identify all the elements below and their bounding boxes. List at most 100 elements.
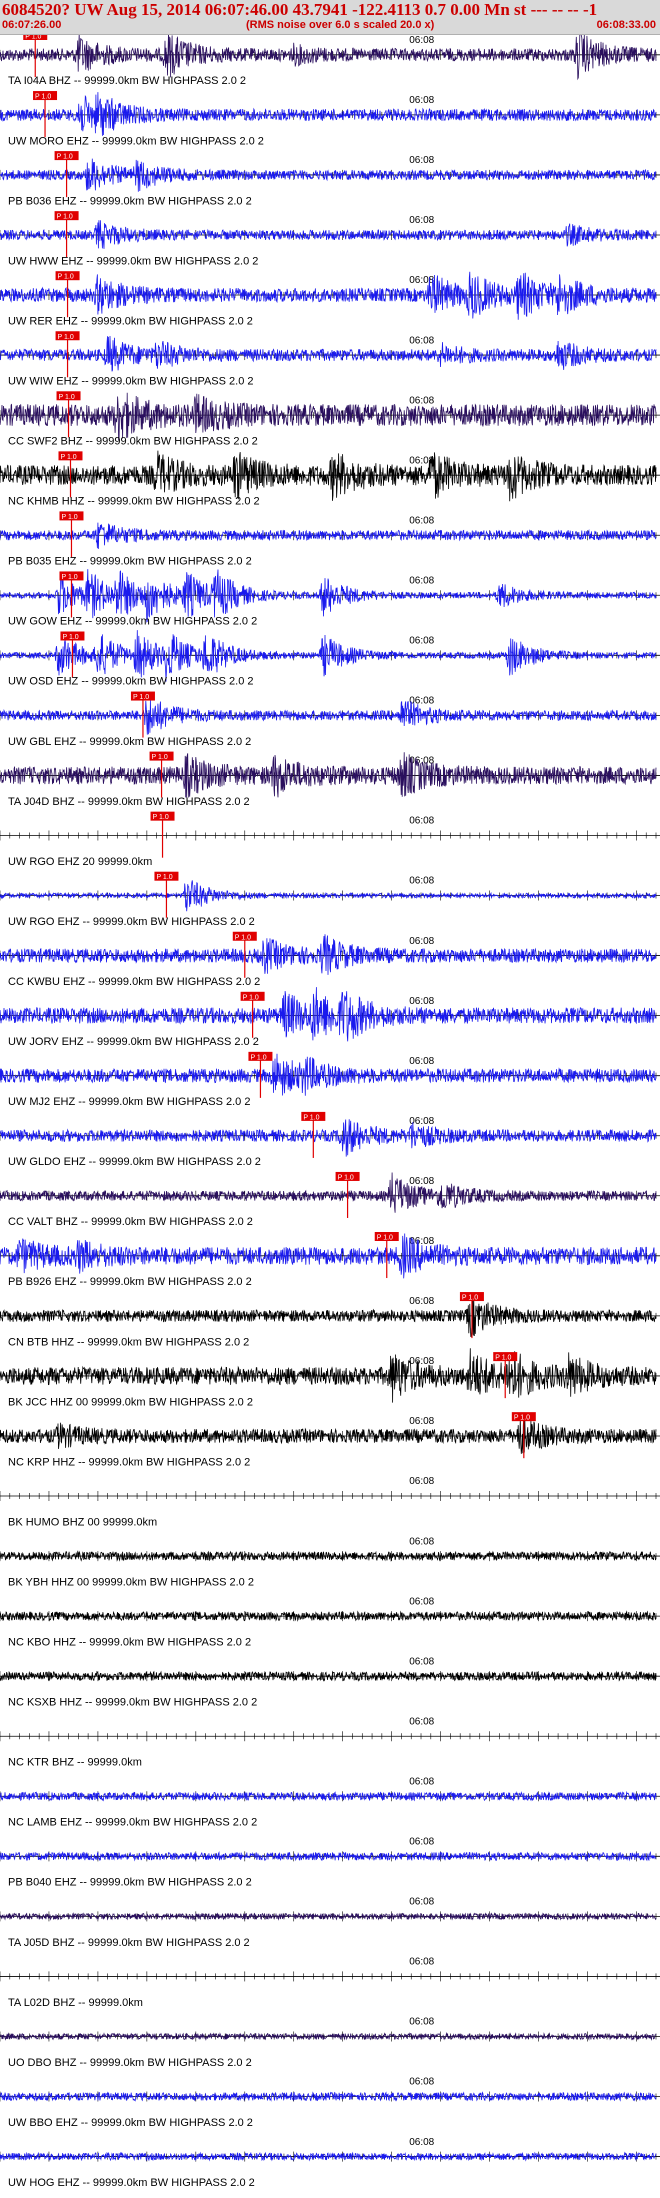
waveform: [0, 1295, 657, 1337]
trace-row: 06:08 P 1.0 UW WIW EHZ -- 99999.0km BW HIG…: [0, 331, 660, 387]
minute-label: 06:08: [409, 1176, 434, 1187]
minute-label: 06:08: [409, 1536, 434, 1547]
minute-label: 06:08: [409, 816, 434, 827]
pick-label: P 1.0: [303, 1114, 319, 1121]
waveform: [0, 630, 657, 682]
trace-row: 06:08 P 1.0 UW MJ2 EHZ -- 99999.0km BW HIG…: [0, 1051, 660, 1108]
trace-label: TA L02D BHZ -- 99999.0km: [8, 1997, 143, 2009]
trace-row: 06:08 P 1.0 UW RER EHZ -- 99999.0km BW HIG…: [0, 271, 660, 327]
pick-label: P 1.0: [495, 1355, 511, 1362]
minute-label: 06:08: [409, 1957, 434, 1968]
minute-label: 06:08: [409, 2017, 434, 2028]
trace-label: TA I04A BHZ -- 99999.0km BW HIGHPASS 2.0…: [8, 75, 246, 87]
start-time: 06:07:26.00: [2, 19, 62, 31]
minute-label: 06:08: [409, 1296, 434, 1307]
minute-label: 06:08: [409, 2137, 434, 2148]
waveform: [0, 450, 657, 502]
trace-row: 06:08 P 1.0 UW RGO EHZ -- 99999.0km BW HIG…: [0, 871, 660, 928]
minute-label: 06:08: [409, 515, 434, 526]
trace-label: NC KBO HHZ -- 99999.0km BW HIGHPASS 2.0 …: [8, 1637, 251, 1649]
trace-label: BK HUMO BHZ 00 99999.0km: [8, 1516, 157, 1528]
trace-row: 06:08 P 1.0 CC KWBU EHZ -- 99999.0km BW HI…: [0, 931, 660, 988]
trace-label: CC SWF2 BHZ -- 99999.0km BW HIGHPASS 2.0…: [8, 436, 258, 448]
waveform: [0, 271, 657, 320]
minute-label: 06:08: [409, 1356, 434, 1367]
trace-label: CN BTB HHZ -- 99999.0km BW HIGHPASS 2.0 …: [8, 1336, 249, 1348]
pick-label: P 1.0: [61, 514, 77, 521]
waveform: [0, 987, 657, 1042]
trace-label: UO DBO BHZ -- 99999.0km BW HIGHPASS 2.0 …: [8, 2057, 252, 2069]
pick-label: P 1.0: [57, 154, 73, 161]
trace-row: 06:08 P 1.0 CC SWF2 BHZ -- 99999.0km BW HI…: [0, 391, 660, 448]
waveform: [0, 1550, 657, 1562]
minute-label: 06:08: [409, 1716, 434, 1727]
pick-label: P 1.0: [61, 574, 77, 581]
trace-row: 06:08 P 1.0 CC VALT BHZ -- 99999.0km BW HI…: [0, 1171, 660, 1228]
waveform: [0, 1417, 657, 1454]
trace-row: 06:08 P 1.0 UW RGO EHZ 20 99999.0km: [0, 811, 660, 868]
trace-row: 06:08P 1.0NC KHMB HHZ -- 99999.0km BW HI…: [0, 450, 660, 508]
trace-row: 06:08 BK HUMO BHZ 00 99999.0km: [0, 1476, 660, 1528]
trace-label: UW HWW EHZ -- 99999.0km BW HIGHPASS 2.0 …: [8, 255, 258, 267]
pick-label: P 1.0: [377, 1235, 393, 1242]
pick-label: P 1.0: [250, 1054, 266, 1061]
pick-label: P 1.0: [153, 814, 169, 821]
trace-row: 06:08 P 1.0 CN BTB HHZ -- 99999.0km BW HIG…: [0, 1292, 660, 1348]
trace-row: 06:08 TA L02D BHZ -- 99999.0km: [0, 1957, 660, 2009]
minute-label: 06:08: [409, 1476, 434, 1487]
pick-label: P 1.0: [59, 394, 75, 401]
minute-label: 06:08: [409, 876, 434, 887]
trace-label: CC KWBU EHZ -- 99999.0km BW HIGHPASS 2.0…: [8, 976, 260, 988]
minute-label: 06:08: [409, 35, 434, 46]
trace-row: 06:08 TA J05D BHZ -- 99999.0km BW HIGHPAS…: [0, 1897, 660, 1949]
minute-label: 06:08: [409, 1837, 434, 1848]
end-time: 06:08:33.00: [596, 19, 656, 31]
minute-label: 06:08: [409, 275, 434, 286]
trace-label: BK JCC HHZ 00 99999.0km BW HIGHPASS 2.0 …: [8, 1396, 253, 1408]
minute-label: 06:08: [409, 1897, 434, 1908]
minute-label: 06:08: [409, 395, 434, 406]
pick-label: P 1.0: [58, 334, 74, 341]
trace-row: 06:08 NC KSXB HHZ -- 99999.0km BW HIGHPAS…: [0, 1656, 660, 1709]
trace-label: CC VALT BHZ -- 99999.0km BW HIGHPASS 2.0…: [8, 1216, 253, 1228]
waveform: [0, 522, 657, 549]
trace-row: 06:08 P 1.0 UW OSD EHZ -- 99999.0km BW HIG…: [0, 630, 660, 688]
trace-label: UW RGO EHZ 20 99999.0km: [8, 856, 152, 868]
minute-label: 06:08: [409, 1776, 434, 1787]
waveform: [0, 1850, 657, 1862]
waveform: [0, 392, 657, 441]
minute-label: 06:08: [409, 696, 434, 707]
waveform: [0, 699, 657, 735]
trace-row: 06:08 P 1.0 UW HWW EHZ -- 99999.0km BW HIG…: [0, 211, 660, 267]
trace-label: PB B040 EHZ -- 99999.0km BW HIGHPASS 2.0…: [8, 1877, 252, 1889]
trace-row: 06:08 P 1.0 PB B035 EHZ -- 99999.0km BW HI…: [0, 511, 660, 568]
trace-label: BK YBH HHZ 00 99999.0km BW HIGHPASS 2.0 …: [8, 1576, 254, 1588]
trace-label: PB B926 EHZ -- 99999.0km BW HIGHPASS 2.0…: [8, 1276, 252, 1288]
trace-label: UW HOG EHZ -- 99999.0km BW HIGHPASS 2.0 …: [8, 2177, 255, 2189]
waveform: [0, 335, 657, 372]
minute-label: 06:08: [409, 575, 434, 586]
trace-row: 06:08 NC KTR BHZ -- 99999.0km: [0, 1716, 660, 1769]
pick-label: P 1.0: [133, 694, 149, 701]
pick-label: P 1.0: [462, 1295, 478, 1302]
trace-label: TA J05D BHZ -- 99999.0km BW HIGHPASS 2.0…: [8, 1937, 250, 1949]
trace-label: UW GLDO EHZ -- 99999.0km BW HIGHPASS 2.0…: [8, 1156, 261, 1168]
trace-label: UW RER EHZ -- 99999.0km BW HIGHPASS 2.0 …: [8, 315, 253, 327]
seismogram-plot: 06:08 P 1.0 TA I04A BHZ -- 99999.0km BW HI…: [0, 35, 660, 2189]
minute-label: 06:08: [409, 155, 434, 166]
pick-label: P 1.0: [57, 214, 73, 221]
trace-label: NC KSXB HHZ -- 99999.0km BW HIGHPASS 2.0…: [8, 1697, 257, 1709]
waveform: [0, 2091, 657, 2102]
trace-label: UW GOW EHZ -- 99999.0km BW HIGHPASS 2.0 …: [8, 616, 257, 628]
trace-label: UW OSD EHZ -- 99999.0km BW HIGHPASS 2.0 …: [8, 676, 254, 688]
minute-label: 06:08: [409, 1596, 434, 1607]
minute-label: 06:08: [409, 1656, 434, 1667]
trace-label: UW MJ2 EHZ -- 99999.0km BW HIGHPASS 2.0 …: [8, 1096, 250, 1108]
header-bar: 6084520? UW Aug 15, 2014 06:07:46.00 43.…: [0, 0, 660, 35]
trace-row: 06:08 PB B040 EHZ -- 99999.0km BW HIGHPAS…: [0, 1837, 660, 1889]
pick-label: P 1.0: [152, 754, 168, 761]
waveform: [0, 1172, 657, 1213]
trace-label: UW RGO EHZ -- 99999.0km BW HIGHPASS 2.0 …: [8, 916, 255, 928]
waveform: [0, 220, 657, 249]
pick-label: P 1.0: [58, 274, 74, 281]
